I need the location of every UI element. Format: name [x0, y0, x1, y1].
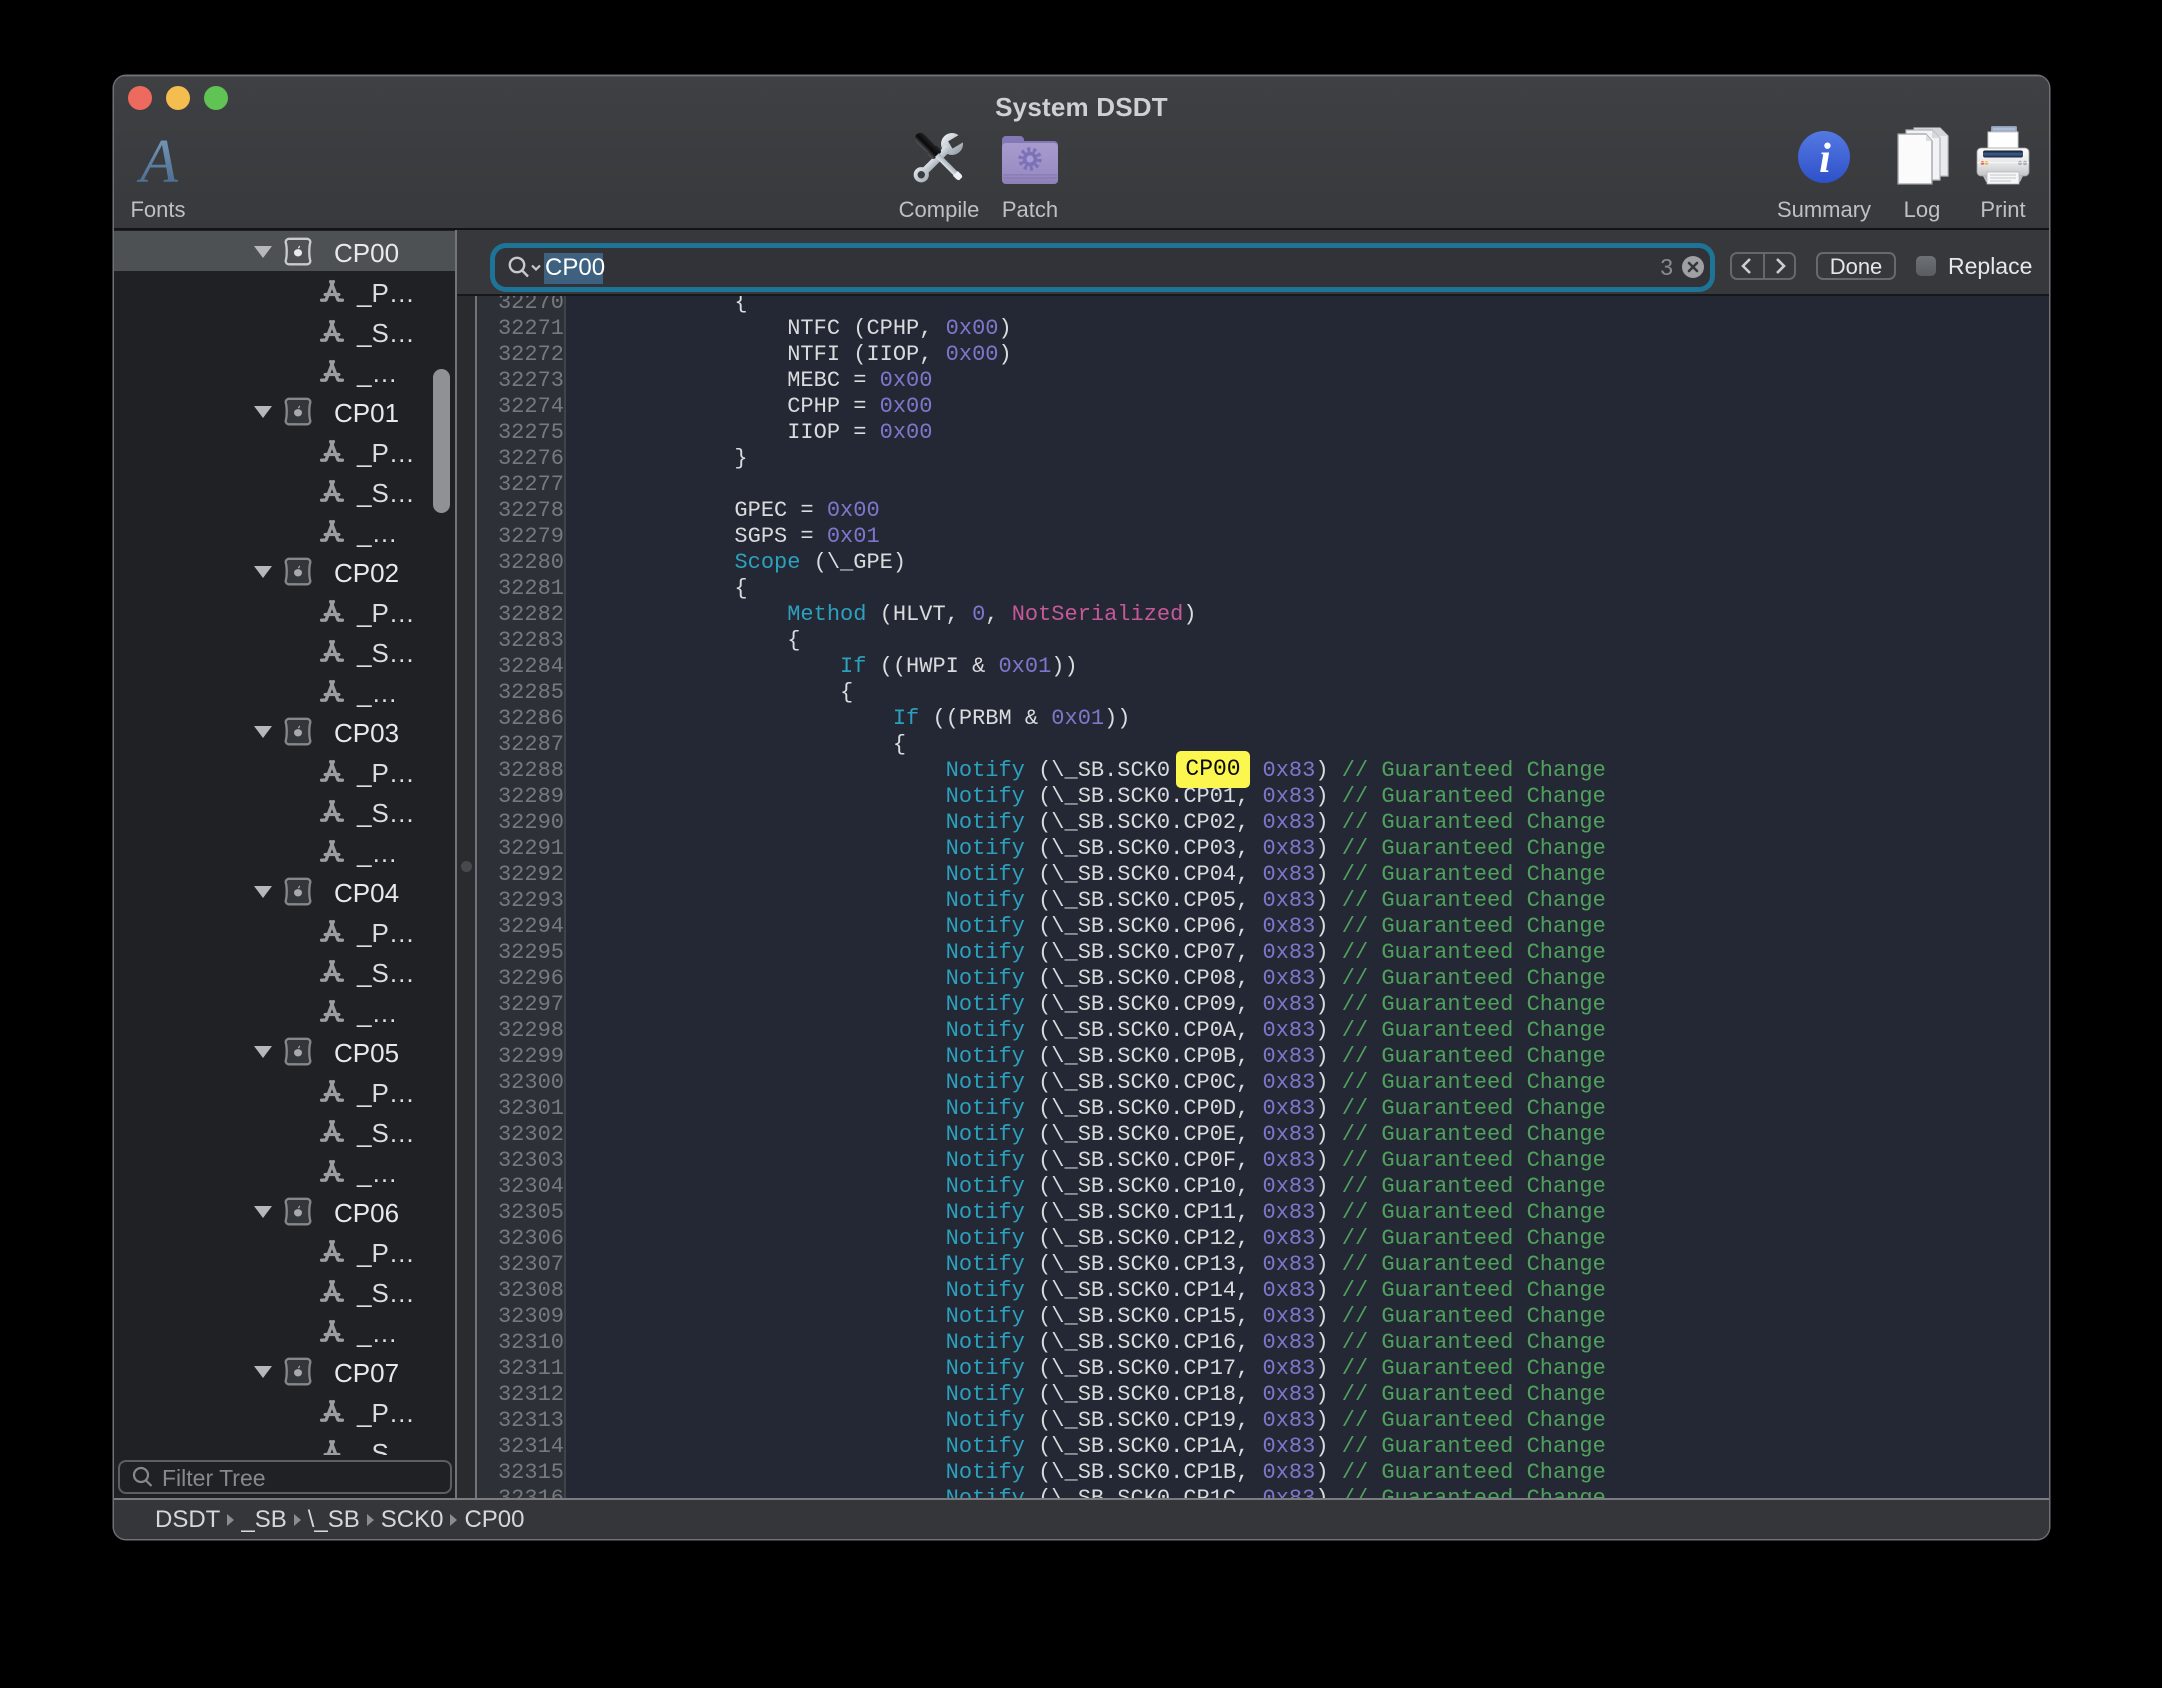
svg-text:i: i	[1819, 136, 1831, 182]
svg-text:A: A	[136, 130, 179, 188]
